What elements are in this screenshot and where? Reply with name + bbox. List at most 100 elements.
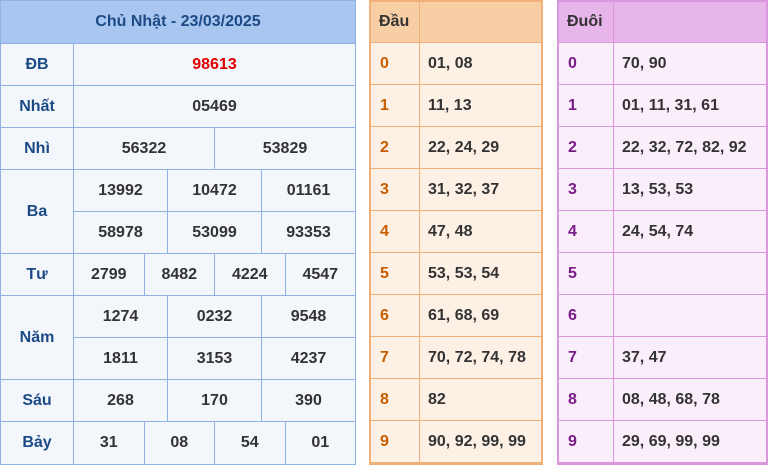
head-row: 4 47, 48	[371, 211, 541, 253]
prize-row: Tư 2799 8482 4224 4547	[1, 254, 355, 296]
prize-number: 53099	[168, 212, 262, 253]
tail-values: 24, 54, 74	[622, 222, 694, 240]
tail-table-rows: 0 70, 90 1 01, 11, 31, 61 2 22, 32, 72, 82, 9…	[559, 43, 766, 463]
head-values: 11, 13	[428, 96, 472, 114]
prize-label: Tư	[1, 254, 74, 295]
tail-values: 13, 53, 53	[622, 180, 694, 198]
prize-number: 56322	[74, 128, 215, 169]
head-row: 6 61, 68, 69	[371, 295, 541, 337]
prize-values: 98613	[74, 44, 355, 85]
prize-row: Ba 13992 10472 01161 58978 53099 93353	[1, 170, 355, 254]
prize-label: ĐB	[1, 44, 74, 85]
prize-number: 54	[215, 422, 286, 464]
head-values: 82	[428, 390, 446, 408]
prize-label: Sáu	[1, 380, 74, 421]
tail-digit: 2	[559, 127, 614, 168]
prize-number: 10472	[168, 170, 262, 211]
tail-values: 22, 32, 72, 82, 92	[622, 138, 747, 156]
head-row: 9 90, 92, 99, 99	[371, 421, 541, 463]
tail-digit-table: Đuôi 0 70, 90 1 01, 11, 31, 61 2 22, 32, 72, …	[557, 0, 768, 465]
prize-number: 08	[145, 422, 215, 464]
head-digit: 9	[371, 421, 420, 462]
prize-value-line: 98613	[74, 44, 355, 85]
tail-row: 6	[559, 295, 766, 337]
prize-number: 05469	[192, 97, 237, 115]
tail-values	[614, 295, 766, 336]
tail-digit: 5	[559, 253, 614, 294]
prize-value-line: 268 170 390	[74, 380, 355, 421]
tail-values: 01, 11, 31, 61	[622, 96, 719, 114]
prize-number: 93353	[286, 223, 331, 241]
prize-number: 01161	[286, 181, 331, 199]
tail-row: 3 13, 53, 53	[559, 169, 766, 211]
tail-values: 37, 47	[622, 348, 667, 366]
tail-row: 2 22, 32, 72, 82, 92	[559, 127, 766, 169]
prize-value-line: 05469	[74, 86, 355, 127]
prize-row: Nhất 05469	[1, 86, 355, 128]
head-values: 01, 08	[428, 54, 473, 72]
head-digit: 5	[371, 253, 420, 294]
prize-value-line: 1811 3153 4237	[74, 337, 355, 379]
prize-number: 8482	[145, 254, 215, 295]
prize-values: 13992 10472 01161 58978 53099 93353	[74, 170, 355, 253]
prize-number: 9548	[290, 307, 327, 325]
prize-number: 1274	[74, 296, 168, 337]
head-table-title: Đầu	[371, 2, 420, 42]
tail-digit: 3	[559, 169, 614, 210]
tail-table-header-spacer	[614, 2, 766, 42]
head-digit: 0	[371, 43, 420, 84]
head-digit: 2	[371, 127, 420, 168]
head-values: 70, 72, 74, 78	[428, 348, 526, 366]
prize-number: 390	[295, 391, 322, 409]
tail-digit: 8	[559, 379, 614, 420]
prize-number: 268	[74, 380, 168, 421]
head-table-rows: 0 01, 08 1 11, 13 2 22, 24, 29 3 31, 32, 37 4 47,…	[371, 43, 541, 463]
prize-value-line: 2799 8482 4224 4547	[74, 254, 355, 295]
prize-number: 0232	[168, 296, 262, 337]
prize-row: Bảy 31 08 54 01	[1, 422, 355, 464]
prize-row: Sáu 268 170 390	[1, 380, 355, 422]
tail-digit: 4	[559, 211, 614, 252]
prize-row: Năm 1274 0232 9548 1811 3153 4237	[1, 296, 355, 380]
prize-number: 170	[168, 380, 262, 421]
prize-number: 4547	[302, 265, 339, 283]
tail-digit: 9	[559, 421, 614, 462]
prize-label: Ba	[1, 170, 74, 253]
prize-label: Nhì	[1, 128, 74, 169]
prize-number: 1811	[74, 338, 168, 379]
tail-values: 29, 69, 99, 99	[622, 432, 720, 450]
head-values: 47, 48	[428, 222, 473, 240]
prize-number: 4237	[290, 349, 327, 367]
prize-number: 53829	[262, 139, 308, 157]
head-row: 3 31, 32, 37	[371, 169, 541, 211]
head-digit: 1	[371, 85, 420, 126]
head-digit: 8	[371, 379, 420, 420]
tail-values	[614, 253, 766, 294]
prize-number: 58978	[74, 212, 168, 253]
prize-values: 268 170 390	[74, 380, 355, 421]
prize-row: Nhì 56322 53829	[1, 128, 355, 170]
head-values: 90, 92, 99, 99	[428, 432, 526, 450]
head-table-header-spacer	[420, 2, 541, 42]
tail-values: 08, 48, 68, 78	[622, 390, 720, 408]
tail-row: 0 70, 90	[559, 43, 766, 85]
prize-value-line: 56322 53829	[74, 128, 355, 169]
prize-label: Năm	[1, 296, 74, 379]
results-title: Chủ Nhật - 23/03/2025	[1, 1, 355, 44]
tail-digit: 6	[559, 295, 614, 336]
tail-digit: 1	[559, 85, 614, 126]
head-row: 1 11, 13	[371, 85, 541, 127]
prize-value-line: 13992 10472 01161	[74, 170, 355, 211]
head-digit-table: Đầu 0 01, 08 1 11, 13 2 22, 24, 29 3 31, 32, 37…	[369, 0, 543, 465]
prize-number: 13992	[74, 170, 168, 211]
prize-number: 31	[74, 422, 145, 464]
tail-table-title: Đuôi	[559, 2, 614, 42]
tail-row: 4 24, 54, 74	[559, 211, 766, 253]
tail-row: 5	[559, 253, 766, 295]
tail-row: 9 29, 69, 99, 99	[559, 421, 766, 463]
prize-values: 1274 0232 9548 1811 3153 4237	[74, 296, 355, 379]
tail-row: 1 01, 11, 31, 61	[559, 85, 766, 127]
prize-value-line: 58978 53099 93353	[74, 211, 355, 253]
prize-values: 05469	[74, 86, 355, 127]
special-prize-number: 98613	[192, 55, 237, 73]
